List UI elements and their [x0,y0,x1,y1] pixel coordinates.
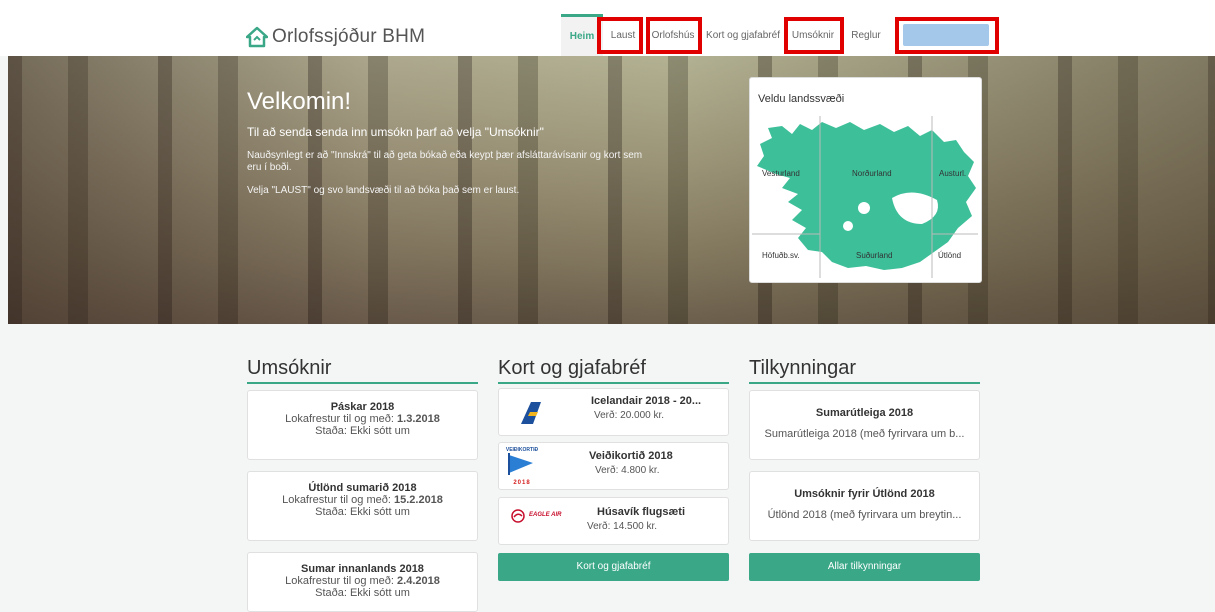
application-deadline: Lokafrestur til og með: 2.4.2018 [285,575,440,587]
notice-text: Sumarútleiga 2018 (með fyrirvara um b... [764,428,965,440]
highlight-box-laust [597,17,643,54]
hero-info-line-1: Nauðsynlegt er að "Innskrá" til að geta … [247,150,643,173]
applications-heading: Umsóknir [247,357,478,384]
region-west[interactable]: Vesturland [762,169,800,178]
nav-kort-gjafabref[interactable]: Kort og gjafabréf [704,14,782,56]
iceland-region-map[interactable]: Vesturland Norðurland Austurl. Höfuðb.sv… [752,116,978,278]
application-card[interactable]: Útlönd sumarið 2018 Lokafrestur til og m… [247,471,478,541]
notice-card[interactable]: Umsóknir fyrir Útlönd 2018 Útlönd 2018 (… [749,471,980,541]
notice-text: Útlönd 2018 (með fyrirvara um breytin... [767,509,962,521]
hero-title: Velkomin! [247,88,352,115]
veidikortid-logo-year: 2018 [513,480,531,486]
gift-title: Icelandair 2018 - 20... [591,395,702,407]
notice-title: Umsóknir fyrir Útlönd 2018 [794,488,935,500]
gift-price: Verð: 20.000 kr. [594,410,665,421]
region-east[interactable]: Austurl. [939,169,966,178]
gifts-heading: Kort og gjafabréf [498,357,729,384]
house-icon [246,26,268,48]
gift-price: Verð: 4.800 kr. [595,465,660,476]
application-title: Útlönd sumarið 2018 [308,482,417,494]
highlight-box-login [895,17,999,54]
lake-shape [858,202,870,214]
application-card[interactable]: Sumar innanlands 2018 Lokafrestur til og… [247,552,478,612]
application-card[interactable]: Páskar 2018 Lokafrestur til og með: 1.3.… [247,390,478,460]
iceland-land-shape [757,122,976,270]
notices-heading: Tilkynningar [749,357,980,384]
veidikortid-logo-icon: VEIÐIKORTIÐ 2018 [505,447,539,487]
gift-title: Veiðikortið 2018 [589,450,673,462]
application-status: Staða: Ekki sótt um [315,587,410,599]
application-deadline: Lokafrestur til og með: 15.2.2018 [282,494,443,506]
hero-info-line-2: Velja "LAUST" og svo landsvæði til að bó… [247,185,520,196]
notice-title: Sumarútleiga 2018 [815,407,914,419]
region-capital[interactable]: Höfuðb.sv. [762,251,800,260]
application-status: Staða: Ekki sótt um [315,506,410,518]
all-notices-button[interactable]: Allar tilkynningar [749,553,980,581]
icelandair-logo-icon [521,402,541,424]
brand-name: Orlofssjóður BHM [272,26,426,47]
highlight-box-orlofshus [646,17,702,54]
brand-logo[interactable]: Orlofssjóður BHM [246,26,425,48]
lake-shape [843,221,853,231]
eagle-air-logo-text: EAGLE AIR [529,512,562,518]
notice-card[interactable]: Sumarútleiga 2018 Sumarútleiga 2018 (með… [749,390,980,460]
fish-flag-icon [508,453,533,475]
gift-title: Húsavík flugsæti [597,506,686,518]
highlight-box-umsoknir [784,17,844,54]
gift-cards-button[interactable]: Kort og gjafabréf [498,553,729,581]
hero-subtitle: Til að senda senda inn umsókn þarf að ve… [247,125,544,139]
region-north[interactable]: Norðurland [852,169,892,178]
application-status: Staða: Ekki sótt um [315,425,410,437]
eagle-air-logo-icon [511,509,525,523]
nav-reglur[interactable]: Reglur [848,14,884,56]
region-south[interactable]: Suðurland [856,251,892,260]
map-title: Veldu landssvæði [758,93,845,105]
gift-price: Verð: 14.500 kr. [587,521,658,532]
region-abroad[interactable]: Útlönd [938,251,961,260]
application-title: Páskar 2018 [330,401,395,413]
application-deadline: Lokafrestur til og með: 1.3.2018 [285,413,440,425]
application-title: Sumar innanlands 2018 [301,563,424,575]
